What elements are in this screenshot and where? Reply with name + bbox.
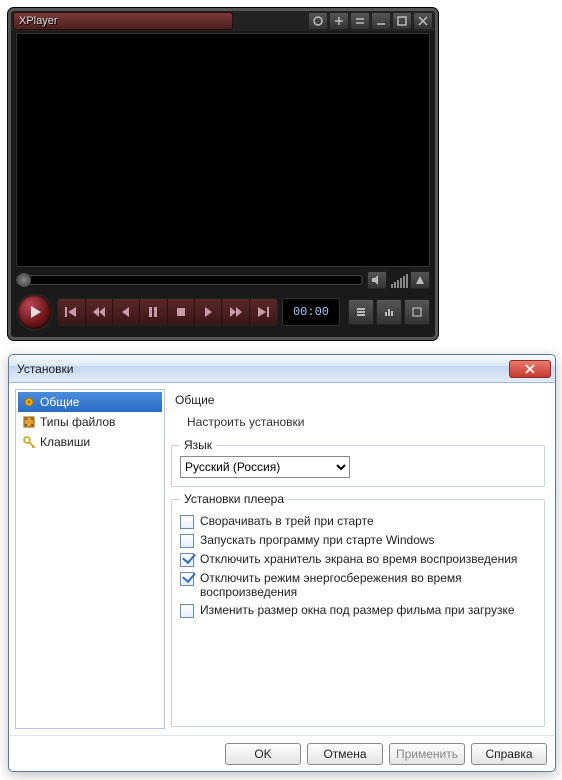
titlebar[interactable]: XPlayer bbox=[11, 11, 435, 31]
dialog-buttons: OK Отмена Применить Справка bbox=[9, 735, 555, 771]
chk-resize-window[interactable] bbox=[180, 604, 194, 618]
app-title: XPlayer bbox=[13, 12, 233, 30]
film-icon bbox=[22, 415, 36, 429]
settings-panel: Общие Настроить установки Язык Русский (… bbox=[169, 389, 549, 729]
seek-slider[interactable] bbox=[16, 275, 363, 285]
titlebar-controls bbox=[306, 11, 435, 31]
playlist-button[interactable] bbox=[348, 299, 374, 325]
seek-thumb[interactable] bbox=[17, 273, 31, 287]
chk-resize-window-label: Изменить размер окна под размер фильма п… bbox=[200, 603, 515, 617]
cancel-button[interactable]: Отмена bbox=[307, 743, 383, 765]
language-group: Язык Русский (Россия) bbox=[171, 445, 545, 487]
step-back-button[interactable] bbox=[113, 299, 140, 325]
chk-disable-screensaver-label: Отключить хранитель экрана во время восп… bbox=[200, 552, 517, 566]
open-file-icon[interactable] bbox=[308, 12, 328, 30]
skip-forward-button[interactable] bbox=[250, 299, 277, 325]
chk-min-to-tray-label: Сворачивать в трей при старте bbox=[200, 514, 374, 528]
pause-button[interactable] bbox=[140, 299, 167, 325]
settings-dialog: Установки Общие Типы файлов bbox=[8, 354, 556, 772]
player-controls: 00:00 bbox=[16, 270, 430, 332]
settings-button[interactable] bbox=[404, 299, 430, 325]
xplayer-window: XPlayer bbox=[8, 8, 438, 340]
time-display: 00:00 bbox=[282, 298, 340, 326]
apply-button[interactable]: Применить bbox=[389, 743, 465, 765]
nav-filetypes[interactable]: Типы файлов bbox=[18, 412, 162, 432]
nav-general[interactable]: Общие bbox=[18, 392, 162, 412]
chk-disable-powersave-label: Отключить режим энергосбережения во врем… bbox=[200, 571, 536, 599]
nav-keys-label: Клавиши bbox=[40, 435, 90, 449]
fast-forward-button[interactable] bbox=[222, 299, 249, 325]
video-area[interactable] bbox=[16, 33, 430, 267]
language-legend: Язык bbox=[180, 438, 216, 452]
nav-general-label: Общие bbox=[40, 395, 79, 409]
close-button[interactable] bbox=[509, 360, 551, 378]
chk-disable-screensaver[interactable] bbox=[180, 553, 194, 567]
key-icon bbox=[22, 435, 36, 449]
player-settings-group: Установки плеера Сворачивать в трей при … bbox=[171, 499, 545, 727]
gear-icon bbox=[22, 395, 36, 409]
help-button[interactable]: Справка bbox=[471, 743, 547, 765]
dialog-title: Установки bbox=[17, 362, 509, 376]
always-on-top-icon[interactable] bbox=[329, 12, 349, 30]
step-forward-button[interactable] bbox=[195, 299, 222, 325]
equalizer-button[interactable] bbox=[376, 299, 402, 325]
chk-min-to-tray[interactable] bbox=[180, 515, 194, 529]
minimize-icon[interactable] bbox=[371, 12, 391, 30]
volume-indicator[interactable] bbox=[391, 272, 408, 288]
chk-autostart-label: Запускать программу при старте Windows bbox=[200, 533, 435, 547]
section-desc: Настроить установки bbox=[187, 415, 545, 429]
stop-button[interactable] bbox=[168, 299, 195, 325]
maximize-icon[interactable] bbox=[392, 12, 412, 30]
close-icon[interactable] bbox=[413, 12, 433, 30]
chk-autostart[interactable] bbox=[180, 534, 194, 548]
dialog-titlebar[interactable]: Установки bbox=[9, 355, 555, 383]
play-button[interactable] bbox=[16, 293, 53, 331]
nav-filetypes-label: Типы файлов bbox=[40, 415, 115, 429]
player-settings-legend: Установки плеера bbox=[180, 492, 288, 506]
skip-back-button[interactable] bbox=[58, 299, 85, 325]
mute-button[interactable] bbox=[367, 271, 387, 289]
language-select[interactable]: Русский (Россия) bbox=[180, 456, 350, 478]
volume-up-icon[interactable] bbox=[410, 271, 430, 289]
ok-button[interactable]: OK bbox=[225, 743, 301, 765]
chk-disable-powersave[interactable] bbox=[180, 572, 194, 586]
transport-bar bbox=[57, 298, 278, 326]
compact-mode-icon[interactable] bbox=[350, 12, 370, 30]
nav-keys[interactable]: Клавиши bbox=[18, 432, 162, 452]
rewind-button[interactable] bbox=[86, 299, 113, 325]
section-title: Общие bbox=[175, 393, 545, 407]
settings-nav: Общие Типы файлов Клавиши bbox=[15, 389, 165, 729]
